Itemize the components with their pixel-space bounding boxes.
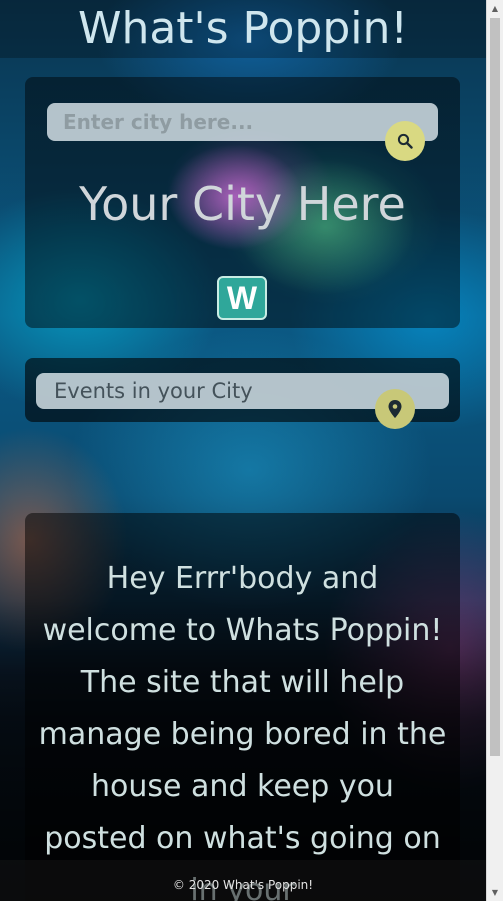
scroll-up-arrow-icon[interactable]: ▲ bbox=[487, 0, 503, 17]
search-button[interactable] bbox=[385, 121, 425, 161]
events-search-card bbox=[25, 358, 460, 429]
city-search-input[interactable] bbox=[47, 103, 438, 141]
map-marker-icon bbox=[388, 400, 402, 418]
city-name-heading: Your City Here bbox=[79, 177, 406, 231]
city-search-card: Your City Here W bbox=[25, 77, 460, 328]
vertical-scrollbar[interactable]: ▲ ▼ bbox=[486, 0, 503, 901]
footer: © 2020 What's Poppin! bbox=[0, 860, 486, 901]
welcome-message: Hey Errr'body and welcome to Whats Poppi… bbox=[38, 561, 447, 901]
search-icon bbox=[397, 133, 413, 149]
scrollbar-thumb[interactable] bbox=[490, 18, 500, 756]
weather-button[interactable]: W bbox=[217, 276, 267, 320]
scroll-down-arrow-icon[interactable]: ▼ bbox=[487, 884, 503, 901]
page-title: What's Poppin! bbox=[0, 0, 486, 58]
welcome-card: Hey Errr'body and welcome to Whats Poppi… bbox=[25, 513, 460, 901]
location-button[interactable] bbox=[375, 389, 415, 429]
